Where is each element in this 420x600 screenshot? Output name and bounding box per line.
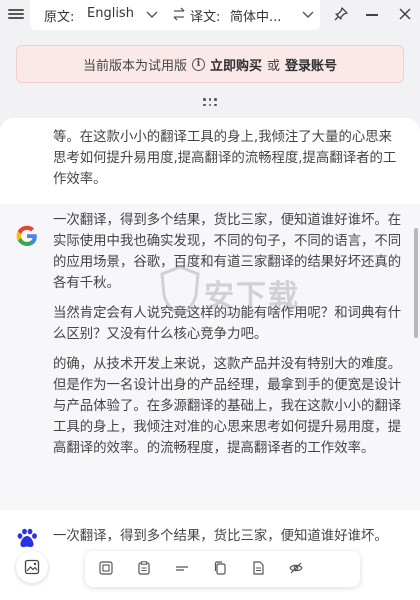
source-language-label: 原文: [44,10,75,25]
info-icon[interactable]: i [191,57,205,71]
frame-copy-icon [99,561,113,575]
screenshot-translate-button[interactable] [16,551,48,583]
trial-message: 当前版本为试用版 [82,58,187,74]
result-card-google: 一次翻译，得到多个结果，货比三家，便知道谁好谁坏。在实际使用中我也确实发现，不同… [0,204,420,510]
title-bar: 原文: English 译文: 简体中... [0,0,420,30]
login-link[interactable]: 登录账号 [285,55,337,74]
result-text: 一次翻译，得到多个结果，货比三家，便知道谁好谁坏。 [53,529,388,544]
target-language-label: 译文: [190,10,221,25]
trial-banner: 当前版本为试用版 i 立即购买 或 登录账号 [16,45,404,83]
minimize-icon[interactable] [366,14,378,16]
copy-result-button[interactable] [241,551,275,587]
watermark-sub: anxz.com [212,309,256,319]
single-line-button[interactable] [165,551,199,587]
drag-handle-icon[interactable] [203,98,217,107]
or-label: 或 [267,58,281,74]
source-language-select[interactable]: English [87,6,134,21]
results-panel: 等。在这款小小的翻译工具的身上,我倾注了大量的心思来思考如何提升易用度,提高翻译… [0,118,420,600]
scrollbar[interactable] [414,228,418,338]
document-icon [253,561,264,575]
result-card: 等。在这款小小的翻译工具的身上,我倾注了大量的心思来思考如何提升易用度,提高翻译… [0,118,420,197]
watermark-logo: 安下载 anxz.com [158,265,308,325]
pin-icon[interactable] [333,6,349,22]
swap-languages-icon[interactable] [172,7,186,21]
copy-icon [214,561,226,575]
eye-off-icon [289,562,303,574]
paste-button[interactable] [127,551,161,587]
image-scan-icon [24,559,40,575]
menu-icon[interactable] [8,7,24,23]
shield-icon [160,265,200,317]
result-text: 等。在这款小小的翻译工具的身上,我倾注了大量的心思来思考如何提升易用度,提高翻译… [53,130,397,187]
bottom-toolbar [85,551,360,587]
close-icon[interactable] [397,6,413,22]
clipboard-icon [138,561,150,575]
buy-now-link[interactable]: 立即购买 [210,55,262,74]
target-language-select[interactable]: 简体中... [230,6,281,25]
line-icon [176,566,188,571]
copy-button[interactable] [203,551,237,587]
chevron-down-icon[interactable] [301,7,315,21]
copy-source-button[interactable] [89,551,123,587]
hide-button[interactable] [279,551,313,587]
language-selector: 原文: English 译文: 简体中... [30,0,320,30]
google-icon[interactable] [15,224,39,248]
result-text: 的确，从技术开发上来说，这款产品并没有特别大的难度。但是作为一名设计出身的产品经… [53,357,402,456]
baidu-icon[interactable] [16,528,38,548]
chevron-down-icon[interactable] [145,7,159,21]
